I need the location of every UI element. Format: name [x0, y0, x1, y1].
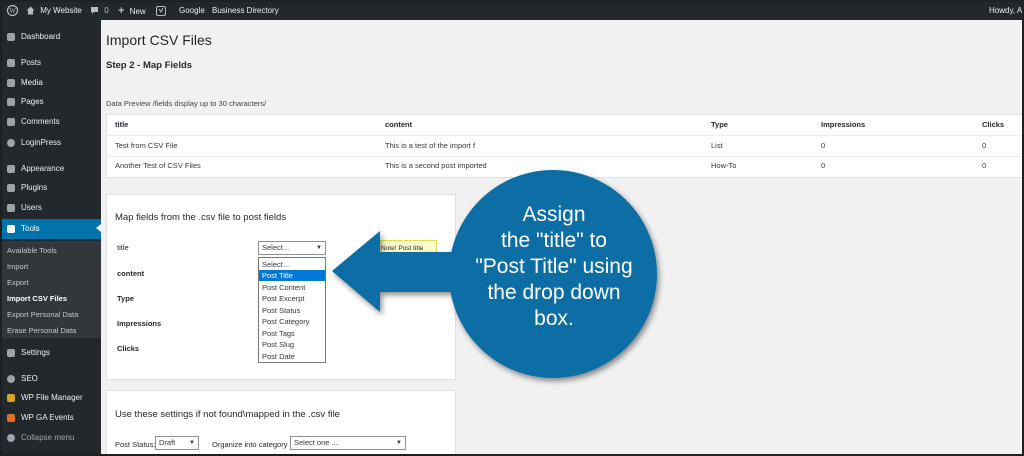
callout-line: "Post Title" using [475, 255, 633, 278]
callout-text: Assign the "title" to "Post Title" using… [454, 202, 654, 332]
callout-line: the "title" to [501, 229, 607, 252]
screenshot-frame: W My Website 0 + New Google Business Dir… [2, 2, 1022, 454]
callout-line: the drop down [487, 281, 621, 304]
callout-line: box. [534, 307, 574, 330]
callout-line: Assign [522, 203, 586, 226]
